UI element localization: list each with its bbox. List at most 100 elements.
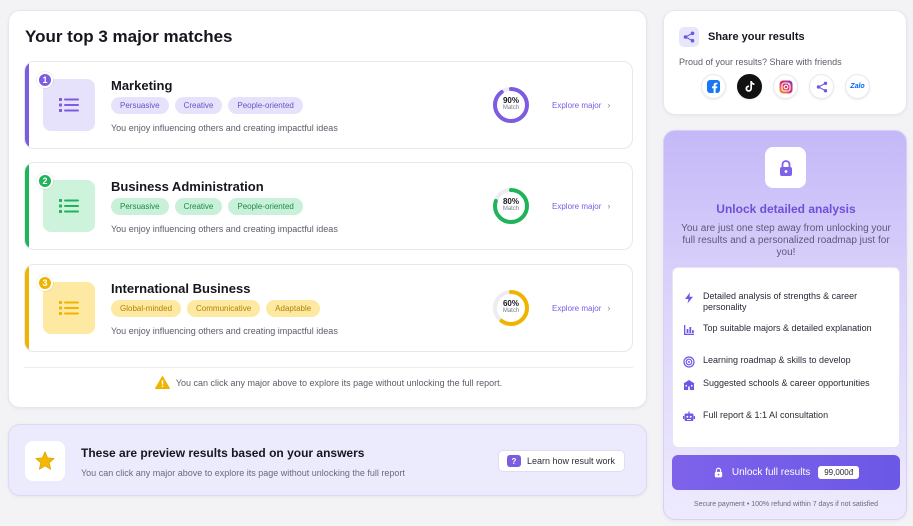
major-name: Marketing <box>111 78 173 93</box>
feature-item: Detailed analysis of strengths & career … <box>683 291 893 313</box>
rank-badge: 1 <box>37 72 53 88</box>
star-icon-tile <box>25 441 65 481</box>
share-instagram-button[interactable] <box>773 74 798 99</box>
chevron-right-icon: › <box>607 201 611 211</box>
major-description: You enjoy influencing others and creatin… <box>111 326 338 336</box>
feature-list: Detailed analysis of strengths & career … <box>672 267 900 448</box>
match-percent-ring: 90% Match <box>492 86 530 124</box>
major-card-marketing[interactable]: 1 Marketing Persuasive Creative People-o… <box>24 61 633 149</box>
trait-tags: Persuasive Creative People-oriented <box>111 97 303 114</box>
feature-text: Full report & 1:1 AI consultation <box>703 410 829 420</box>
price-badge: 99,000đ <box>818 466 860 479</box>
trait-tag: Creative <box>174 198 223 215</box>
feature-text: Suggested schools & career opportunities <box>703 378 870 388</box>
match-percent-value: 80% <box>502 197 519 206</box>
feature-item: Top suitable majors & detailed explanati… <box>683 323 893 336</box>
major-icon-tile <box>43 180 95 232</box>
learn-button-label: Learn how result work <box>527 456 616 466</box>
trait-tag: Communicative <box>187 300 261 317</box>
feature-item: Learning roadmap & skills to develop <box>683 355 893 368</box>
match-percent-ring: 60% Match <box>492 289 530 327</box>
rank-badge: 2 <box>37 173 53 189</box>
chevron-right-icon: › <box>607 303 611 313</box>
trait-tag: Persuasive <box>111 97 169 114</box>
share-icon-tile <box>679 27 699 47</box>
explore-notice: You can click any major above to explore… <box>9 376 648 389</box>
unlock-title: Unlock detailed analysis <box>716 202 856 216</box>
unlock-full-results-button[interactable]: Unlock full results 99,000đ <box>672 455 900 490</box>
preview-subtitle: You can click any major above to explore… <box>81 468 405 478</box>
feature-item: Full report & 1:1 AI consultation <box>683 410 893 423</box>
tiktok-icon <box>745 81 755 92</box>
star-icon <box>35 451 55 470</box>
zalo-icon: Zalo <box>850 83 865 90</box>
trait-tag: People-oriented <box>228 198 303 215</box>
trait-tag: People-oriented <box>228 97 303 114</box>
major-name: International Business <box>111 281 251 296</box>
explore-notice-text: You can click any major above to explore… <box>175 377 503 388</box>
card-accent-bar <box>25 265 29 351</box>
chat-question-icon: ? <box>507 455 521 467</box>
major-description: You enjoy influencing others and creatin… <box>111 224 338 234</box>
match-percent-value: 60% <box>502 299 519 308</box>
share-facebook-button[interactable] <box>701 74 726 99</box>
learn-how-results-work-button[interactable]: ? Learn how result work <box>498 450 626 472</box>
preview-title: These are preview results based on your … <box>81 446 365 460</box>
unlock-button-label: Unlock full results <box>731 467 811 478</box>
match-percent-label: Match <box>502 308 520 314</box>
match-percent-value: 90% <box>502 96 519 105</box>
share-icon <box>683 31 695 43</box>
lock-icon <box>714 467 723 478</box>
major-name: Business Administration <box>111 179 264 194</box>
share-link-button[interactable] <box>809 74 834 99</box>
unlock-subtitle: You are just one step away from unlockin… <box>681 223 891 258</box>
trait-tag: Creative <box>174 97 223 114</box>
page-title: Your top 3 major matches <box>25 27 233 46</box>
facebook-icon <box>707 80 720 93</box>
social-share-buttons: Zalo <box>701 74 870 99</box>
lock-icon-tile <box>765 147 806 188</box>
matches-card: Your top 3 major matches 1 Marketing Per… <box>8 10 647 408</box>
major-description: You enjoy influencing others and creatin… <box>111 123 338 133</box>
match-percent-label: Match <box>502 206 520 212</box>
share-tiktok-button[interactable] <box>737 74 762 99</box>
match-percent-label: Match <box>502 105 520 111</box>
target-icon <box>683 356 695 368</box>
feature-text: Detailed analysis of strengths & career … <box>703 291 858 312</box>
explore-major-label: Explore major <box>552 303 602 313</box>
match-percent-ring: 80% Match <box>492 187 530 225</box>
lock-icon <box>779 159 792 176</box>
feature-item: Suggested schools & career opportunities <box>683 378 893 391</box>
major-card-business-administration[interactable]: 2 Business Administration Persuasive Cre… <box>24 162 633 250</box>
trait-tag: Adaptable <box>266 300 321 317</box>
robot-icon <box>683 411 695 421</box>
unlock-analysis-card: Unlock detailed analysis You are just on… <box>663 130 907 520</box>
card-accent-bar <box>25 62 29 148</box>
explore-major-link[interactable]: Explore major › <box>552 201 610 211</box>
bolt-icon <box>685 292 693 304</box>
bar-chart-icon <box>684 325 694 335</box>
major-icon-tile <box>43 282 95 334</box>
list-icon <box>59 98 79 112</box>
share-results-card: Share your results Proud of your results… <box>663 10 907 115</box>
instagram-icon <box>779 80 792 93</box>
major-icon-tile <box>43 79 95 131</box>
school-icon <box>683 380 695 390</box>
preview-results-banner: These are preview results based on your … <box>8 424 647 496</box>
card-accent-bar <box>25 163 29 249</box>
divider <box>24 367 633 368</box>
chevron-right-icon: › <box>607 100 611 110</box>
secure-payment-note: Secure payment • 100% refund within 7 da… <box>693 501 879 508</box>
share-title: Share your results <box>708 31 805 43</box>
feature-text: Top suitable majors & detailed explanati… <box>703 323 872 333</box>
major-card-international-business[interactable]: 3 International Business Global-minded C… <box>24 264 633 352</box>
trait-tags: Global-minded Communicative Adaptable <box>111 300 321 317</box>
share-zalo-button[interactable]: Zalo <box>845 74 870 99</box>
explore-major-link[interactable]: Explore major › <box>552 100 610 110</box>
feature-text: Learning roadmap & skills to develop <box>703 355 851 365</box>
explore-major-label: Explore major <box>552 201 602 211</box>
trait-tag: Global-minded <box>111 300 182 317</box>
list-icon <box>59 199 79 213</box>
explore-major-link[interactable]: Explore major › <box>552 303 610 313</box>
explore-major-label: Explore major <box>552 100 602 110</box>
